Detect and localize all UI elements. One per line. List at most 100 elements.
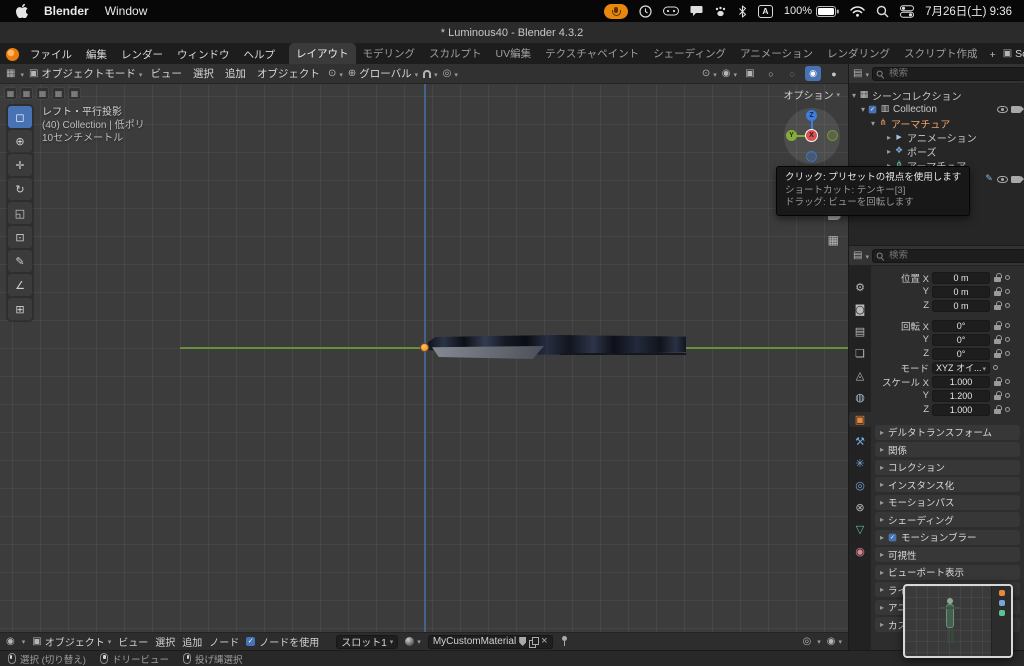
tab-shading[interactable]: シェーディング xyxy=(646,43,733,64)
tab-physics[interactable]: ◎ xyxy=(851,478,869,493)
add-cube-tool[interactable] xyxy=(8,298,32,320)
section-shading[interactable]: シェーディング xyxy=(875,512,1020,527)
viewport-toggle-icon-1[interactable] xyxy=(4,87,17,100)
lock-icon[interactable] xyxy=(993,334,1002,345)
tab-particles[interactable]: ✳ xyxy=(851,456,869,471)
checkbox-icon[interactable] xyxy=(888,533,897,541)
collection-checkbox-icon[interactable] xyxy=(868,105,877,113)
lock-icon[interactable] xyxy=(993,320,1002,331)
spotlight-icon[interactable] xyxy=(876,5,889,18)
scale-tool[interactable] xyxy=(8,202,32,224)
tab-world[interactable]: ◍ xyxy=(851,390,869,405)
gizmo-x-axis[interactable]: X xyxy=(805,129,818,142)
fake-user-icon[interactable] xyxy=(519,637,527,646)
use-nodes-checkbox[interactable]: ノードを使用 xyxy=(246,634,319,649)
section-delta-transform[interactable]: デルタトランスフォーム xyxy=(875,424,1020,440)
outliner-search-input[interactable] xyxy=(871,66,1024,81)
decorator-icon[interactable] xyxy=(1005,323,1010,328)
scale-x-field[interactable]: 1.000 xyxy=(932,375,990,388)
add-workspace-button[interactable]: + xyxy=(985,46,1001,64)
apple-logo-icon[interactable] xyxy=(16,4,28,18)
shading-solid-button[interactable]: ◌ xyxy=(784,66,800,81)
decorator-icon[interactable] xyxy=(1005,379,1010,384)
properties-editor-icon[interactable] xyxy=(853,251,862,261)
material-browse-dropdown[interactable] xyxy=(405,636,421,647)
decorator-icon[interactable] xyxy=(1005,303,1010,308)
transform-pivot-dropdown[interactable] xyxy=(328,68,343,80)
bluetooth-icon[interactable] xyxy=(738,4,747,18)
outliner-row-scene-collection[interactable]: シーンコレクション xyxy=(849,88,1024,103)
outliner-editor-icon[interactable] xyxy=(853,69,862,79)
tab-texture-paint[interactable]: テクスチャペイント xyxy=(538,43,646,64)
scene-selector[interactable]: Scene xyxy=(1003,48,1024,60)
game-controller-icon[interactable] xyxy=(662,6,679,16)
tab-modeling[interactable]: モデリング xyxy=(356,43,423,64)
section-collections[interactable]: コレクション xyxy=(875,459,1020,475)
tab-render[interactable]: ◙ xyxy=(851,302,869,317)
decorator-icon[interactable] xyxy=(993,365,998,370)
camera-icon[interactable] xyxy=(1011,105,1024,113)
shader-menu-view[interactable]: ビュー xyxy=(118,634,148,649)
section-relations[interactable]: 関係 xyxy=(875,442,1020,457)
menu-file[interactable]: ファイル xyxy=(24,45,78,64)
shader-menu-add[interactable]: 追加 xyxy=(182,634,202,649)
rotation-x-field[interactable]: 0° xyxy=(932,319,990,332)
gizmo-y-axis[interactable]: Y xyxy=(786,130,797,141)
expand-icon[interactable] xyxy=(887,146,891,157)
tab-tool[interactable]: ⚙ xyxy=(851,280,869,295)
grid-toggle-icon[interactable] xyxy=(828,234,839,246)
menubar-clock[interactable]: 7月26日(土) 9:36 xyxy=(925,3,1012,19)
expand-icon[interactable] xyxy=(861,104,865,115)
properties-search-input[interactable] xyxy=(871,248,1024,263)
tab-rendering[interactable]: レンダリング xyxy=(820,43,897,64)
decorator-icon[interactable] xyxy=(1005,351,1010,356)
shading-wireframe-button[interactable]: ○ xyxy=(763,66,779,81)
select-box-tool[interactable] xyxy=(8,106,32,128)
outliner-row-pose[interactable]: ポーズ xyxy=(849,144,1024,159)
chevron-down-icon[interactable] xyxy=(817,636,821,647)
expand-icon[interactable] xyxy=(887,132,891,143)
viewport-menu-select[interactable]: 選択 xyxy=(190,66,217,81)
viewport-3d[interactable]: オブジェクトモード ビュー 選択 追加 オブジェクト グローバル xyxy=(0,64,848,632)
lock-icon[interactable] xyxy=(993,376,1002,387)
gizmo-y-neg-axis[interactable] xyxy=(827,130,838,141)
shader-menu-node[interactable]: ノード xyxy=(209,634,239,649)
viewport-toggle-icon-4[interactable] xyxy=(52,87,65,100)
lock-icon[interactable] xyxy=(993,300,1002,311)
input-source-icon[interactable] xyxy=(757,4,773,18)
tab-material[interactable]: ◉ xyxy=(851,544,869,559)
tab-scripting[interactable]: スクリプト作成 xyxy=(897,43,985,64)
viewport-menu-view[interactable]: ビュー xyxy=(147,66,185,81)
rotation-y-field[interactable]: 0° xyxy=(932,333,990,346)
chevron-down-icon[interactable] xyxy=(22,636,26,647)
low-poly-object-face[interactable] xyxy=(432,346,544,359)
cursor-tool[interactable] xyxy=(8,130,32,152)
decorator-icon[interactable] xyxy=(1005,275,1010,280)
orientation-dropdown[interactable]: グローバル xyxy=(348,66,418,81)
tab-modifiers[interactable]: ⚒ xyxy=(851,434,869,449)
rotation-mode-dropdown[interactable]: XYZ オイ... xyxy=(932,361,990,374)
editor-type-icon[interactable] xyxy=(6,69,15,79)
measure-tool[interactable] xyxy=(8,274,32,296)
navigation-gizmo[interactable]: Z Y X xyxy=(784,108,840,164)
xray-toggle[interactable] xyxy=(742,66,758,81)
preview-window[interactable] xyxy=(903,584,1013,658)
chevron-down-icon[interactable] xyxy=(865,68,869,80)
shader-overlay-icon[interactable] xyxy=(803,637,812,647)
section-viewport-display[interactable]: ビューポート表示 xyxy=(875,564,1020,580)
menubar-window-menu[interactable]: Window xyxy=(105,4,148,18)
menubar-app-icon[interactable] xyxy=(639,4,652,18)
scale-z-field[interactable]: 1.000 xyxy=(932,403,990,416)
lock-icon[interactable] xyxy=(993,272,1002,283)
rotate-tool[interactable] xyxy=(8,178,32,200)
material-name-field[interactable]: MyCustomMaterial xyxy=(427,634,553,649)
scale-y-field[interactable]: 1.200 xyxy=(932,389,990,402)
shading-material-button[interactable]: ◉ xyxy=(805,66,821,81)
tab-object-data[interactable]: ▽ xyxy=(851,522,869,537)
annotate-tool[interactable] xyxy=(8,250,32,272)
move-tool[interactable] xyxy=(8,154,32,176)
material-slot-dropdown[interactable]: スロット1 xyxy=(336,634,399,649)
lock-icon[interactable] xyxy=(993,390,1002,401)
eye-icon[interactable] xyxy=(997,175,1008,183)
tab-sculpting[interactable]: スカルプト xyxy=(422,43,489,64)
